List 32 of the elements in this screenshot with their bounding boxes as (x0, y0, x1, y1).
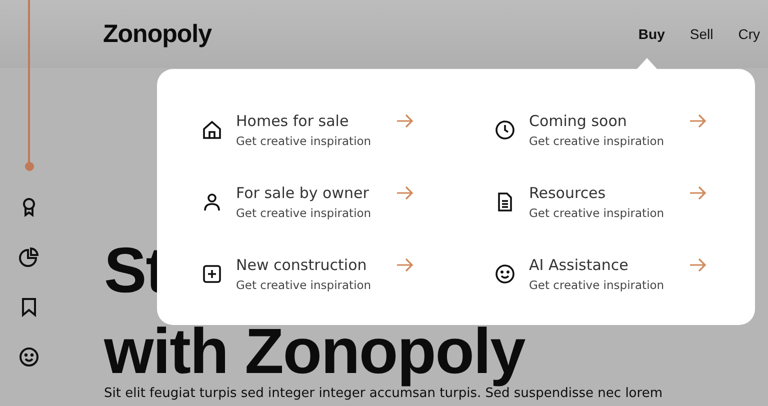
menu-item-subtitle: Get creative inspiration (236, 206, 372, 220)
menu-item-subtitle: Get creative inspiration (529, 134, 666, 148)
arrow-right-icon[interactable] (689, 114, 707, 128)
smiley-icon (495, 264, 515, 284)
bookmark-icon[interactable] (20, 297, 36, 317)
hero-text: Sit elit feugiat turpis sed integer integer accumsan turpis. Sed suspendisse nec lorem (104, 386, 664, 401)
arrow-right-icon[interactable] (689, 258, 707, 272)
menu-item-subtitle: Get creative inspiration (236, 134, 372, 148)
plus-square-icon (202, 264, 222, 284)
arrow-right-icon[interactable] (396, 258, 414, 272)
menu-item-subtitle: Get creative inspiration (236, 278, 372, 292)
pie-chart-icon[interactable] (18, 247, 38, 267)
menu-item-subtitle: Get creative inspiration (529, 206, 666, 220)
clock-icon (495, 120, 515, 140)
menu-item-link[interactable]: For sale by owner (236, 181, 394, 205)
menu-item-subtitle: Get creative inspiration (529, 278, 666, 292)
menu-item-link[interactable]: AI Assistance (529, 253, 687, 277)
arrow-right-icon[interactable] (396, 186, 414, 200)
arrow-right-icon[interactable] (689, 186, 707, 200)
nav-link[interactable]: Cry (738, 26, 760, 42)
home-icon (202, 120, 222, 140)
nav-link[interactable]: Buy (638, 26, 665, 42)
document-icon (495, 192, 515, 212)
person-icon (202, 192, 222, 212)
smiley-icon[interactable] (18, 347, 38, 367)
menu-item-link[interactable]: Resources (529, 181, 687, 205)
menu-item-link[interactable]: Homes for sale (236, 109, 394, 133)
menu-item-link[interactable]: Coming soon (529, 109, 687, 133)
menu-item-link[interactable]: New construction (236, 253, 394, 277)
arrow-right-icon[interactable] (396, 114, 414, 128)
nav-link[interactable]: Sell (690, 26, 714, 42)
logo[interactable]: Zonopoly (103, 20, 212, 48)
